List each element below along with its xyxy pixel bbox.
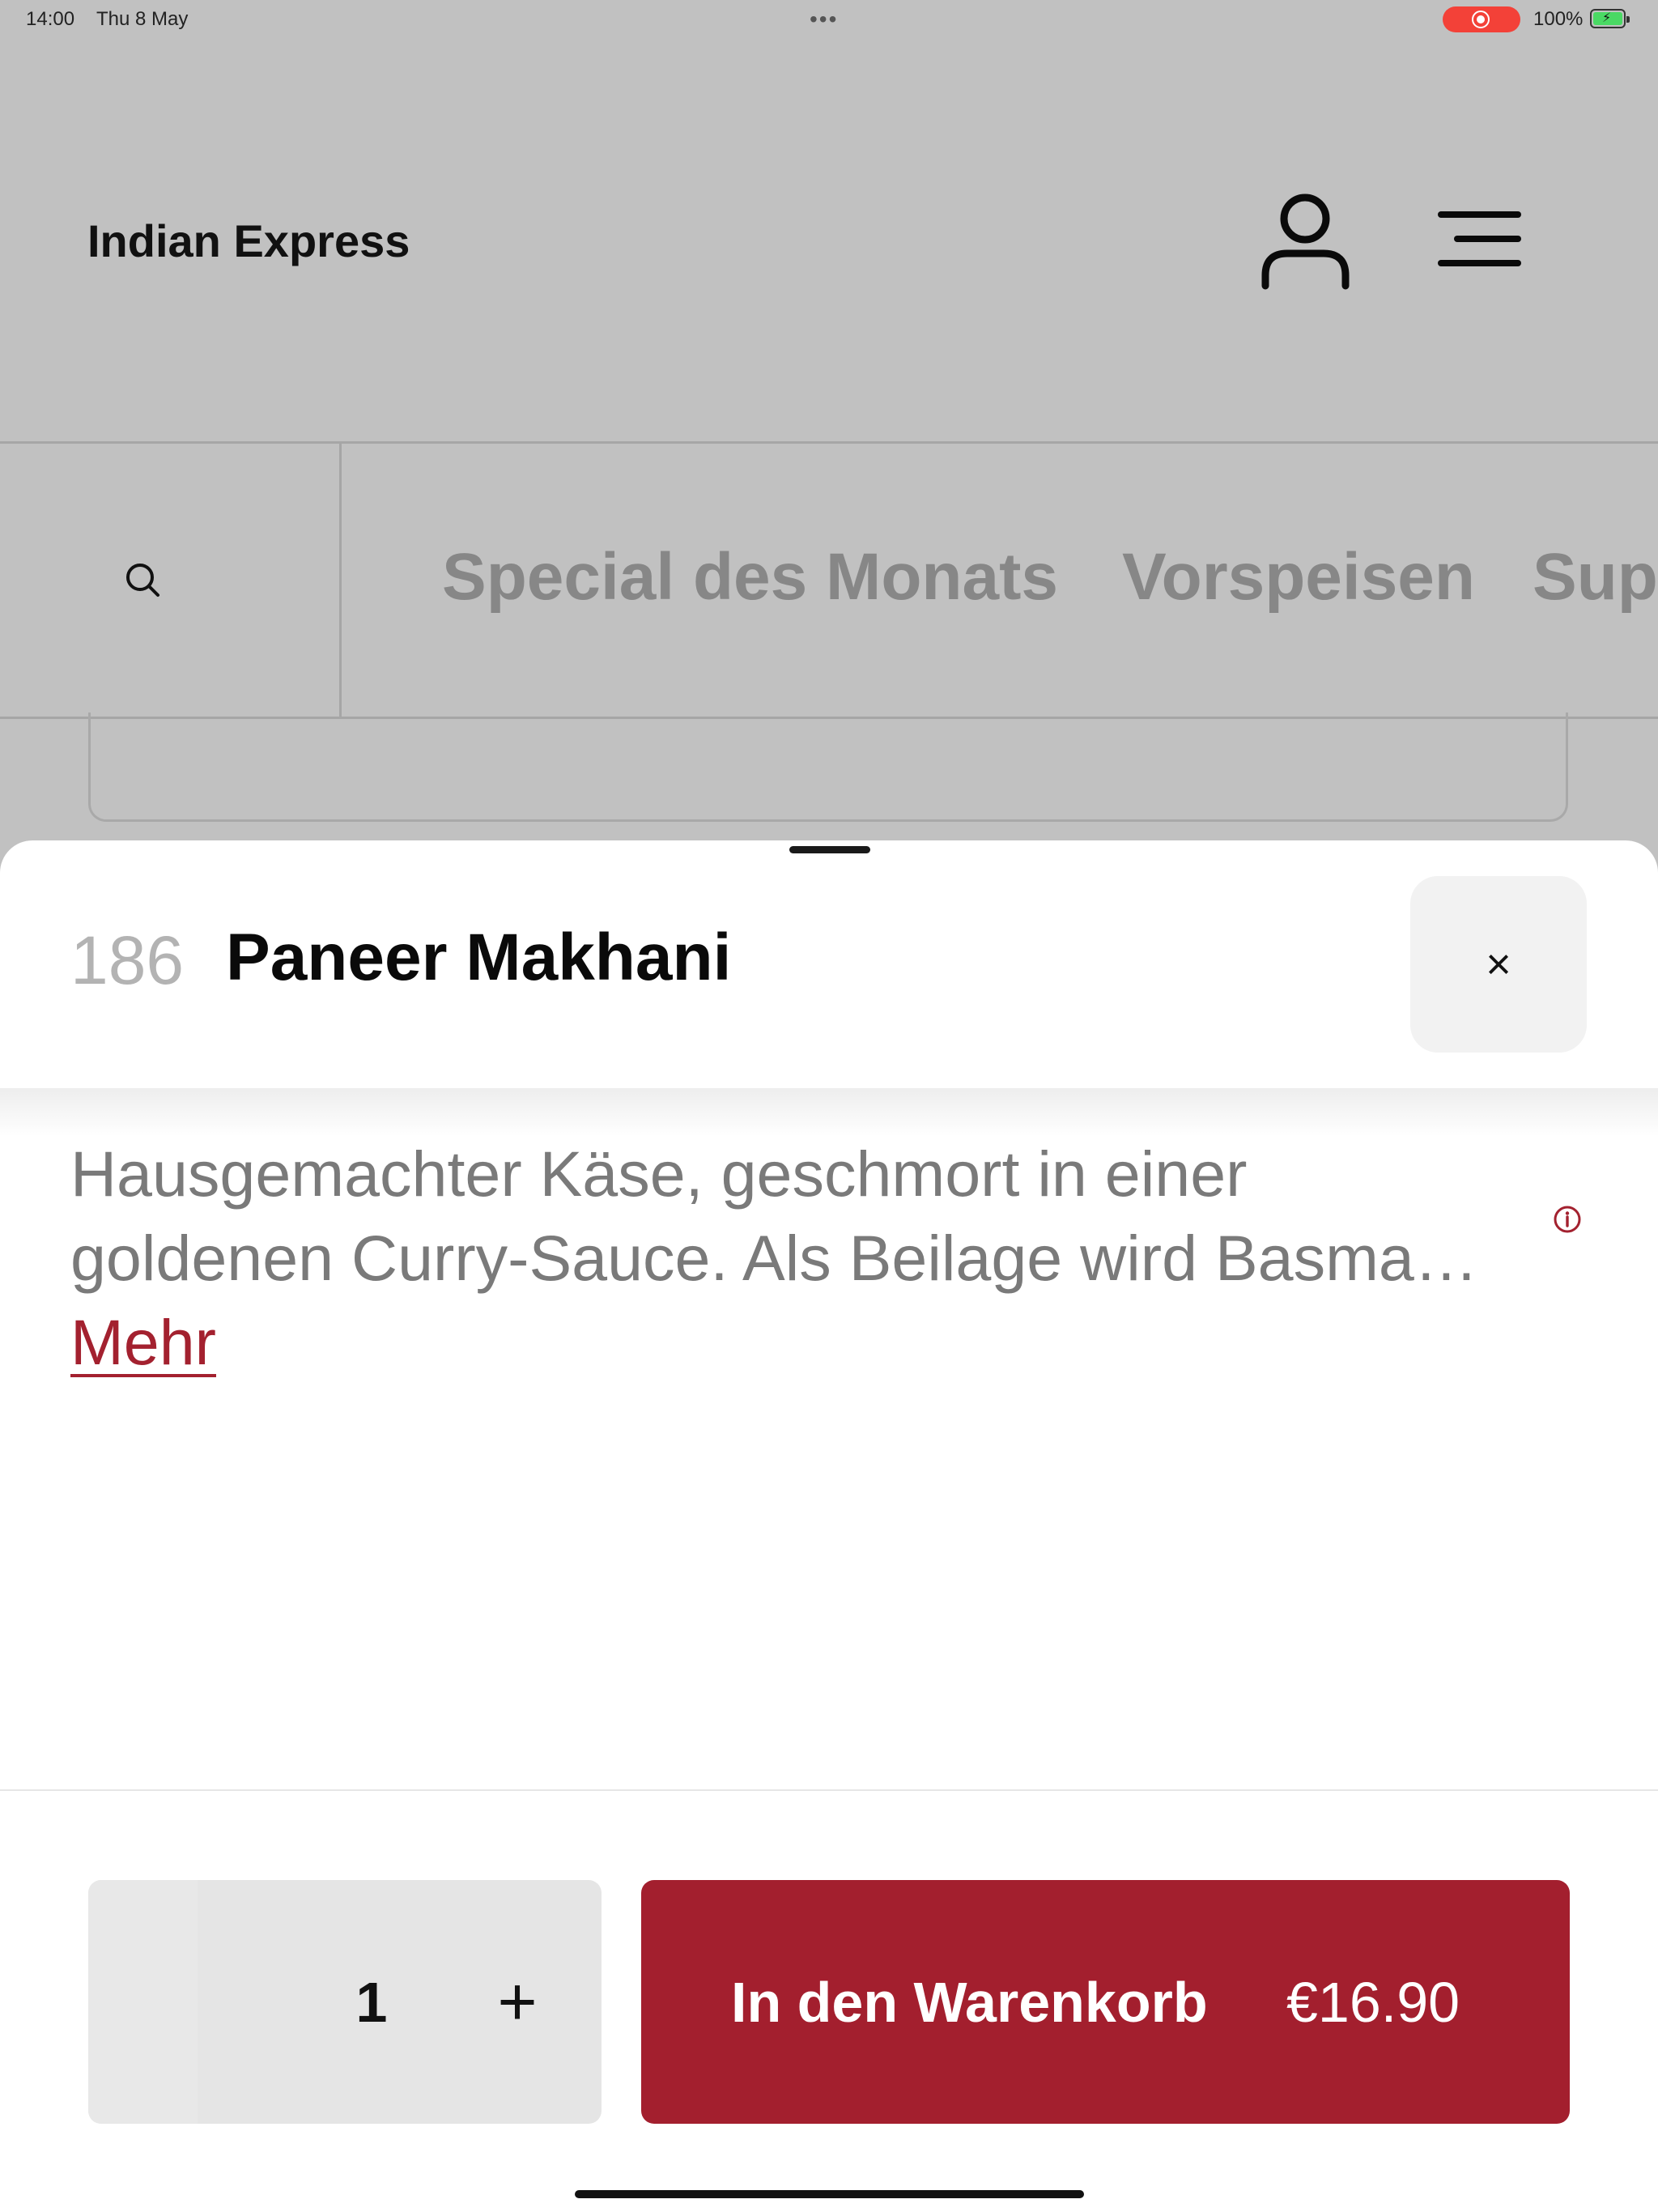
battery-tip [1626, 16, 1630, 23]
quantity-stepper: 1 + [88, 1880, 602, 2124]
item-price: €16.90 [1286, 1970, 1460, 2034]
menu-button[interactable] [1437, 206, 1526, 271]
more-link[interactable]: Mehr [70, 1305, 216, 1380]
category-tab-suppen[interactable]: Sup [1533, 539, 1658, 615]
sheet-grabber[interactable] [789, 846, 870, 853]
item-name: Paneer Makhani [226, 921, 732, 994]
footer-divider [0, 1789, 1658, 1791]
info-icon[interactable] [1553, 1205, 1582, 1234]
account-button[interactable] [1259, 190, 1352, 291]
item-description: Hausgemachter Käse, geschmort in einer g… [70, 1132, 1536, 1300]
close-button[interactable]: × [1410, 876, 1587, 1053]
add-to-cart-button[interactable]: In den Warenkorb €16.90 [641, 1880, 1570, 2124]
app-title: Indian Express [87, 215, 410, 266]
item-number: 186 [70, 922, 185, 998]
search-icon [126, 564, 159, 597]
category-bar: Special des Monats Vorspeisen Sup [0, 441, 1658, 719]
battery-percentage: 100% [1533, 8, 1584, 30]
category-tab-special[interactable]: Special des Monats [442, 539, 1058, 615]
item-detail-sheet: 186 Paneer Makhani × Hausgemachter Käse,… [0, 840, 1658, 2212]
add-to-cart-label: In den Warenkorb [731, 1970, 1208, 2034]
status-time: 14:00 [26, 8, 75, 30]
home-indicator[interactable] [575, 2190, 1084, 2198]
category-tab-vorspeisen[interactable]: Vorspeisen [1122, 539, 1475, 615]
multitasking-dots-icon[interactable]: ••• [810, 6, 838, 32]
close-icon: × [1486, 940, 1511, 989]
screen-recording-indicator[interactable] [1443, 6, 1520, 32]
quantity-value: 1 [355, 1970, 388, 2034]
record-dot [1477, 15, 1485, 23]
battery-icon: ⚡ [1590, 9, 1630, 28]
status-date: Thu 8 May [96, 8, 189, 30]
user-icon [1261, 194, 1350, 290]
charging-bolt-icon: ⚡ [1602, 11, 1612, 25]
background-page: 14:00 Thu 8 May ••• 100% ⚡ Indian Expres… [0, 0, 1658, 891]
hamburger-menu-icon [1438, 211, 1521, 266]
increment-button[interactable]: + [469, 1880, 566, 2124]
description-line: goldenen Curry-Sauce. Als Beilage wird B… [70, 1222, 1478, 1294]
decrement-area[interactable] [88, 1880, 198, 2124]
description-line: Hausgemachter Käse, geschmort in einer [70, 1138, 1248, 1210]
header-shadow [0, 1088, 1658, 1137]
category-search-button[interactable] [0, 444, 342, 717]
menu-item-card [88, 713, 1568, 822]
status-bar: 14:00 Thu 8 May ••• 100% ⚡ [0, 0, 1658, 39]
